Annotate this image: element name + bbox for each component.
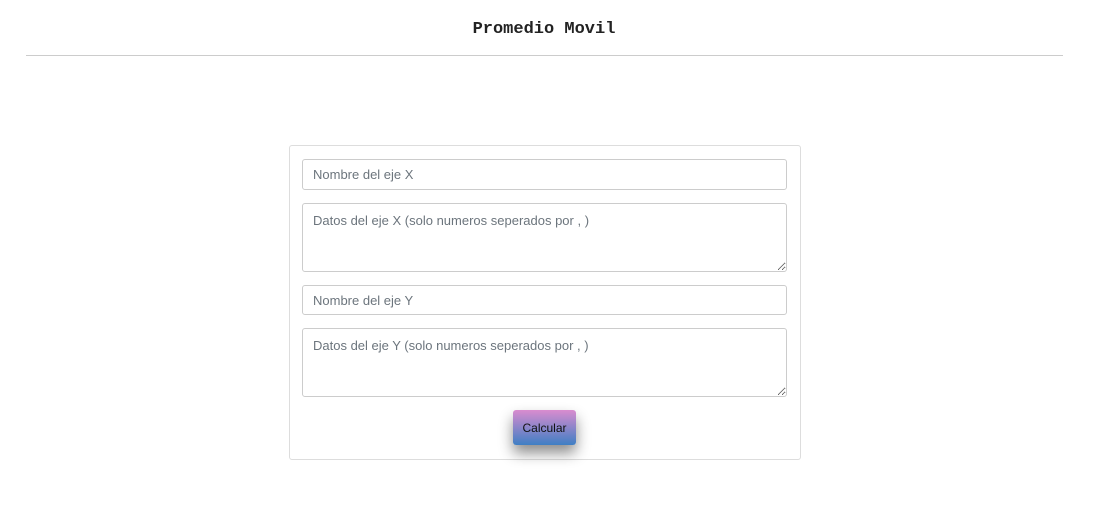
page-title: Promedio Movil xyxy=(472,20,616,39)
x-axis-name-input[interactable] xyxy=(302,159,787,190)
calcular-button[interactable]: Calcular xyxy=(513,410,576,445)
y-axis-name-input[interactable] xyxy=(302,285,787,315)
x-axis-data-textarea[interactable] xyxy=(302,203,787,272)
form-card: Calcular xyxy=(289,145,801,460)
y-axis-data-textarea[interactable] xyxy=(302,328,787,397)
divider xyxy=(26,55,1063,56)
